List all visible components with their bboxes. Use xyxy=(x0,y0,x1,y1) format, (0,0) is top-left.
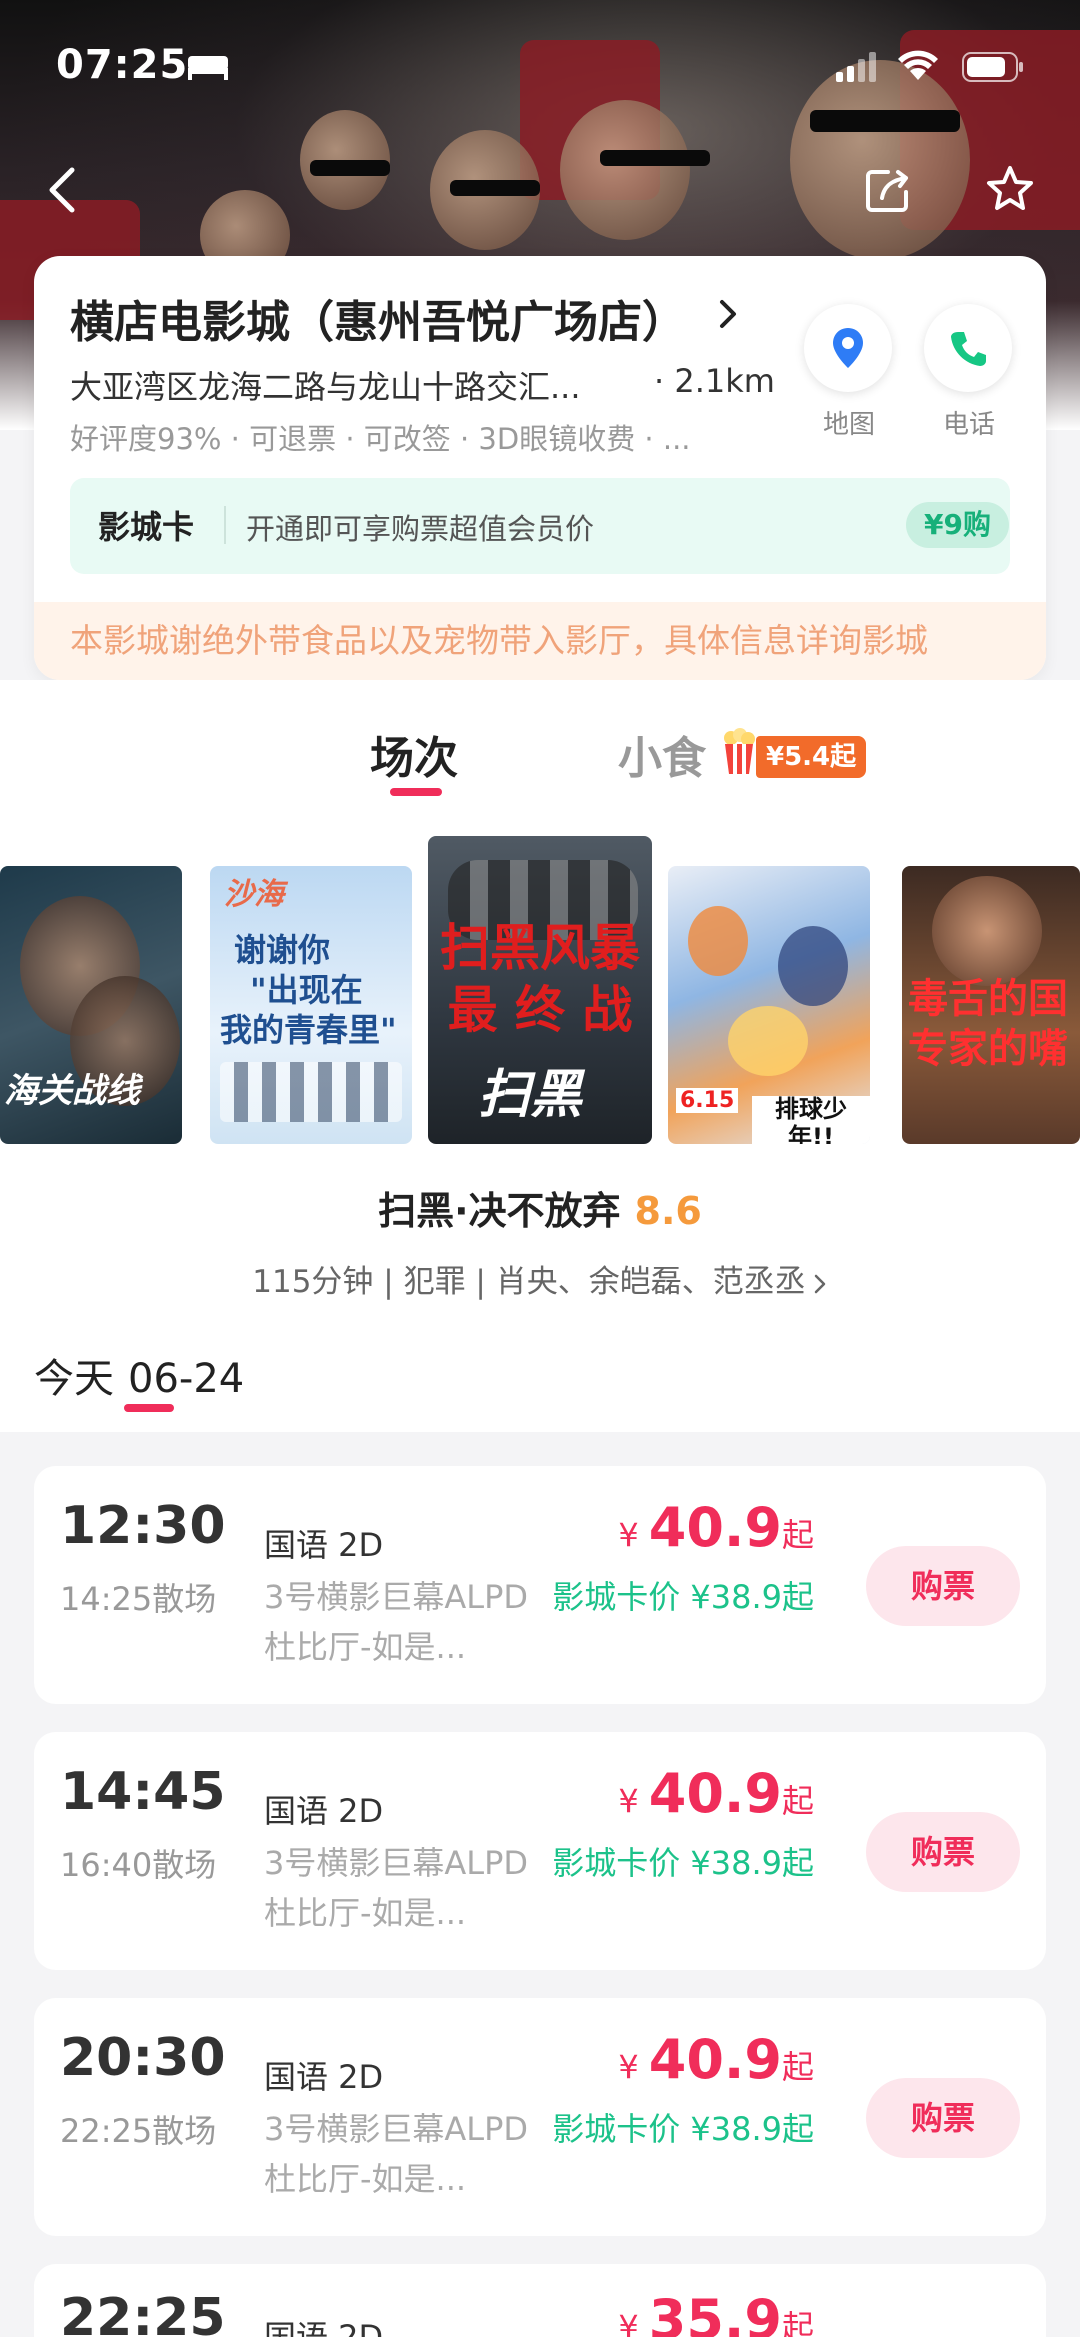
session-start-time: 14:45 xyxy=(60,1762,226,1822)
map-label: 地图 xyxy=(822,410,875,440)
movie-poster[interactable]: 海关战线 xyxy=(0,866,182,1144)
member-card-desc: 开通即可享购票超值会员价 xyxy=(246,512,595,546)
session-end-time: 22:25散场 xyxy=(60,2112,217,2150)
chevron-right-icon xyxy=(814,1274,825,1293)
poster-title-line: 毒舌的国 xyxy=(908,976,1068,1022)
session-language: 国语 2D xyxy=(264,2318,384,2337)
member-card-banner[interactable]: 影城卡 开通即可享购票超值会员价 ¥9购 xyxy=(70,478,1010,574)
map-pin-icon xyxy=(833,328,863,368)
poster-brand: 沙海 xyxy=(224,877,284,912)
buy-ticket-button[interactable]: 购票 xyxy=(866,2078,1020,2158)
buy-ticket-button[interactable]: 购票 xyxy=(866,1812,1020,1892)
map-button[interactable]: 地图 xyxy=(804,304,894,441)
session-card-price: 影城卡价 ¥38.9起 xyxy=(552,1578,814,1616)
session-end-time: 14:25散场 xyxy=(60,1580,217,1618)
poster-date: 6.15 xyxy=(676,1088,739,1114)
session-card[interactable]: 20:30 22:25散场 国语 2D 3号横影巨幕ALPD杜比厅-如是... … xyxy=(34,1998,1046,2236)
buy-ticket-button[interactable]: 购票 xyxy=(866,1546,1020,1626)
session-price: ¥40.9起 xyxy=(618,1496,814,1559)
member-card-title: 影城卡 xyxy=(98,508,195,546)
movie-title: 扫黑·决不放弃 xyxy=(378,1189,621,1233)
poster-title: 排球少年!! xyxy=(752,1095,870,1144)
session-language: 国语 2D xyxy=(264,1526,384,1564)
session-hall: 3号横影巨幕ALPD杜比厅-如是... xyxy=(264,2110,529,2198)
phone-icon xyxy=(951,332,986,366)
session-card[interactable]: 22:25 国语 2D ¥35.9起 xyxy=(34,2264,1046,2337)
tab-sessions[interactable]: 场次 xyxy=(370,722,458,786)
tab-active-indicator xyxy=(390,788,442,796)
poster-title-line: "出现在 xyxy=(250,971,363,1009)
date-value: 06-24 xyxy=(128,1356,245,1402)
status-bar: 07:25 xyxy=(0,0,1080,140)
session-hall: 3号横影巨幕ALPD杜比厅-如是... xyxy=(264,1578,529,1666)
session-hall: 3号横影巨幕ALPD杜比厅-如是... xyxy=(264,1844,529,1932)
poster-title-line: 扫黑风暴 xyxy=(440,919,640,977)
status-time: 07:25 xyxy=(56,42,189,88)
selected-movie-title-row[interactable]: 扫黑·决不放弃 8.6 xyxy=(0,1180,1080,1235)
cinema-distance: · 2.1km xyxy=(654,362,775,400)
movie-poster[interactable]: 6.15 排球少年!! xyxy=(668,866,870,1144)
cinema-address: 大亚湾区龙海二路与龙山十路交汇... xyxy=(70,368,581,406)
phone-button[interactable]: 电话 xyxy=(924,304,1014,441)
back-icon[interactable] xyxy=(34,160,94,220)
wifi-icon xyxy=(898,50,938,80)
movie-poster[interactable]: 沙海 谢谢你 "出现在 我的青春里" xyxy=(210,866,412,1144)
signal-icon xyxy=(836,52,876,82)
session-price: ¥35.9起 xyxy=(618,2288,814,2337)
poster-brand: 扫黑 xyxy=(478,1065,583,1125)
poster-title-line: 我的青春里" xyxy=(220,1011,397,1049)
tab-snacks[interactable]: 小食 xyxy=(618,722,706,786)
member-card-price-button[interactable]: ¥9购 xyxy=(906,502,1009,548)
share-icon[interactable] xyxy=(858,160,918,220)
cinema-notice: 本影城谢绝外带食品以及宠物带入影厅，具体信息详询影城 xyxy=(34,602,1046,680)
session-card[interactable]: 14:45 16:40散场 国语 2D 3号横影巨幕ALPD杜比厅-如是... … xyxy=(34,1732,1046,1970)
battery-icon xyxy=(962,52,1023,82)
session-start-time: 20:30 xyxy=(60,2028,226,2088)
popcorn-icon xyxy=(724,728,755,774)
session-start-time: 12:30 xyxy=(60,1496,226,1556)
session-language: 国语 2D xyxy=(264,2058,384,2096)
movie-meta: 115分钟 | 犯罪 | 肖央、余皑磊、范丞丞 xyxy=(252,1264,806,1300)
session-card-price: 影城卡价 ¥38.9起 xyxy=(552,1844,814,1882)
session-price: ¥40.9起 xyxy=(618,1762,814,1825)
session-card[interactable]: 12:30 14:25散场 国语 2D 3号横影巨幕ALPD杜比厅-如是... … xyxy=(34,1466,1046,1704)
poster-title-line: 谢谢你 xyxy=(234,931,331,969)
poster-title: 海关战线 xyxy=(4,1071,140,1111)
chevron-right-icon[interactable] xyxy=(714,296,742,332)
phone-label: 电话 xyxy=(942,410,995,440)
session-price: ¥40.9起 xyxy=(618,2028,814,2091)
date-label: 今天 xyxy=(34,1356,114,1402)
movie-poster[interactable]: 毒舌的国 专家的嘴 xyxy=(902,866,1080,1144)
poster-title-line: 最 终 战 xyxy=(447,981,633,1039)
date-tab-today[interactable]: 今天 06-24 xyxy=(34,1346,244,1404)
movie-score: 8.6 xyxy=(634,1189,702,1233)
movie-meta-row[interactable]: 115分钟 | 犯罪 | 肖央、余皑磊、范丞丞 xyxy=(0,1256,1080,1301)
snack-price-badge: ¥5.4起 xyxy=(756,736,867,778)
movie-poster-selected[interactable]: 扫黑风暴 最 终 战 扫黑 xyxy=(428,836,652,1144)
cinema-info-card: 横店电影城（惠州吾悦广场店） 大亚湾区龙海二路与龙山十路交汇... · 2.1k… xyxy=(34,256,1046,680)
cinema-name[interactable]: 横店电影城（惠州吾悦广场店） xyxy=(70,286,686,350)
divider xyxy=(224,506,226,544)
session-card-price: 影城卡价 ¥38.9起 xyxy=(552,2110,814,2148)
session-language: 国语 2D xyxy=(264,1792,384,1830)
cinema-tags: 好评度93% · 可退票 · 可改签 · 3D眼镜收费 · ... xyxy=(70,422,691,456)
session-start-time: 22:25 xyxy=(60,2288,226,2337)
session-end-time: 16:40散场 xyxy=(60,1846,217,1884)
sleep-mode-icon xyxy=(188,56,228,80)
favorite-star-icon[interactable] xyxy=(980,160,1040,220)
date-active-indicator xyxy=(124,1404,174,1412)
poster-title-line: 专家的嘴 xyxy=(908,1026,1068,1072)
